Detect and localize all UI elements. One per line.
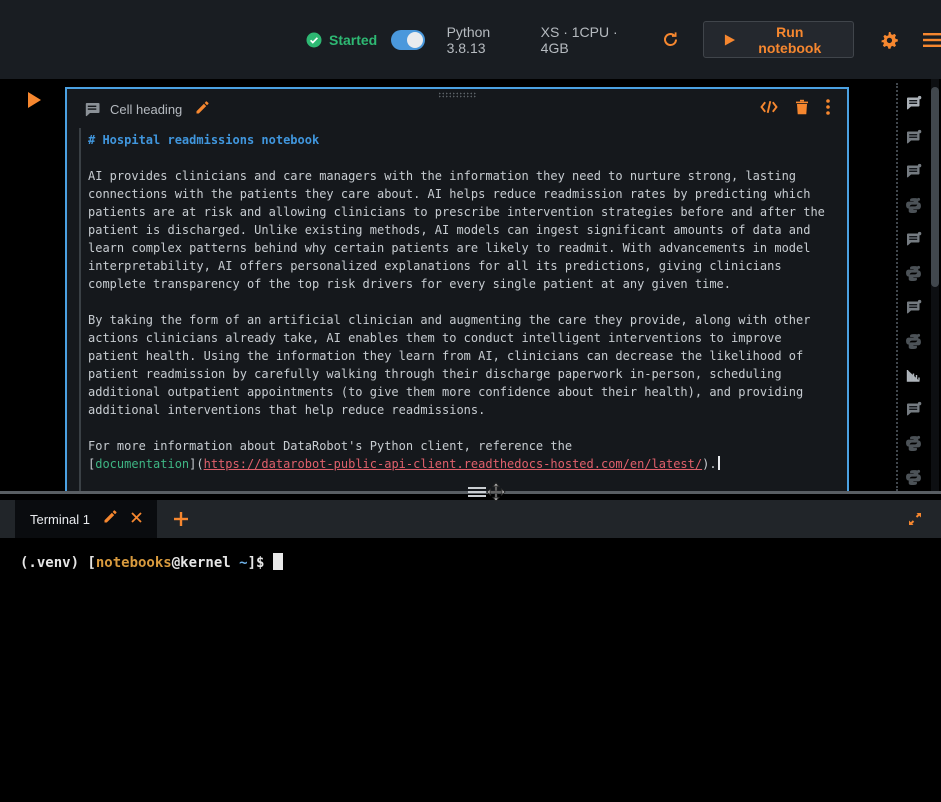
refresh-icon[interactable] — [662, 31, 679, 48]
terminal-tabbar: Terminal 1 — [0, 500, 941, 538]
run-notebook-label: Run notebook — [747, 24, 833, 56]
scrollbar-thumb[interactable] — [931, 87, 939, 287]
close-terminal-icon[interactable] — [131, 510, 142, 528]
outline-python-cell-icon[interactable] — [905, 469, 922, 486]
outline-comment-cell-icon[interactable] — [905, 95, 922, 112]
terminal-tab-label: Terminal 1 — [30, 512, 90, 527]
outline-chart-cell-icon[interactable] — [905, 367, 922, 384]
editor-gutter-rule — [79, 128, 81, 491]
outline-python-cell-icon[interactable] — [905, 197, 922, 214]
python-version-label: Python 3.8.13 — [447, 24, 527, 56]
terminal-cursor — [273, 553, 283, 570]
check-circle-icon — [306, 32, 322, 48]
hamburger-menu-icon[interactable] — [923, 33, 941, 47]
move-mouse-cursor — [486, 482, 506, 502]
outline-comment-cell-icon[interactable] — [905, 231, 922, 248]
outline-python-cell-icon[interactable] — [905, 435, 922, 452]
cell-outline-panel — [890, 79, 941, 491]
cell-outline-sidebar — [905, 95, 922, 486]
machine-resources-label: XS · 1CPU · 4GB — [541, 24, 642, 56]
markdown-body: # Hospital readmissions notebook AI prov… — [88, 131, 847, 473]
delete-cell-trash-icon[interactable] — [795, 99, 809, 120]
convert-to-code-icon[interactable] — [760, 100, 778, 119]
terminal-output[interactable]: (.venv) [notebooks@kernel ~]$ — [0, 538, 941, 802]
panel-resize-divider[interactable] — [896, 83, 898, 491]
markdown-cell[interactable]: Cell heading # Hospital readmissions not… — [65, 87, 849, 491]
comment-bubble-icon — [84, 102, 101, 117]
edit-heading-pencil-icon[interactable] — [195, 100, 210, 120]
terminal-panel: Terminal 1 (.venv) [notebooks@kernel ~]$ — [0, 494, 941, 802]
kernel-power-toggle[interactable] — [391, 30, 424, 50]
notebook-toolbar: Started Python 3.8.13 XS · 1CPU · 4GB Ru… — [0, 0, 941, 79]
markdown-editor[interactable]: # Hospital readmissions notebook AI prov… — [67, 126, 847, 473]
outline-comment-cell-icon[interactable] — [905, 163, 922, 180]
run-notebook-button[interactable]: Run notebook — [703, 21, 854, 58]
run-cell-button[interactable] — [28, 92, 41, 108]
documentation-link[interactable]: https://datarobot-public-api-client.read… — [204, 457, 703, 471]
add-terminal-plus-icon[interactable] — [174, 512, 188, 526]
outline-comment-cell-icon[interactable] — [905, 401, 922, 418]
outline-python-cell-icon[interactable] — [905, 265, 922, 282]
terminal-splitter[interactable] — [0, 491, 941, 494]
splitter-grip-icon[interactable] — [468, 485, 486, 499]
kernel-status: Started — [306, 32, 377, 48]
cell-heading-label: Cell heading — [110, 102, 182, 117]
text-caret — [718, 456, 720, 470]
terminal-tab[interactable]: Terminal 1 — [15, 500, 157, 538]
cell-menu-kebab-icon[interactable] — [826, 99, 830, 120]
outline-comment-cell-icon[interactable] — [905, 299, 922, 316]
kernel-status-label: Started — [329, 32, 377, 48]
play-icon — [724, 33, 736, 47]
notebook-canvas: Cell heading # Hospital readmissions not… — [0, 79, 941, 491]
outline-python-cell-icon[interactable] — [905, 333, 922, 350]
toggle-knob — [407, 32, 423, 48]
notebook-scrollbar[interactable] — [931, 79, 939, 491]
terminal-prompt: (.venv) [notebooks@kernel ~]$ — [20, 553, 941, 571]
rename-terminal-pencil-icon[interactable] — [103, 509, 118, 529]
outline-comment-cell-icon[interactable] — [905, 129, 922, 146]
gear-icon[interactable] — [880, 31, 898, 49]
cell-actions — [760, 99, 830, 120]
cell-drag-handle-icon[interactable] — [438, 92, 476, 98]
expand-terminal-icon[interactable] — [907, 511, 923, 527]
